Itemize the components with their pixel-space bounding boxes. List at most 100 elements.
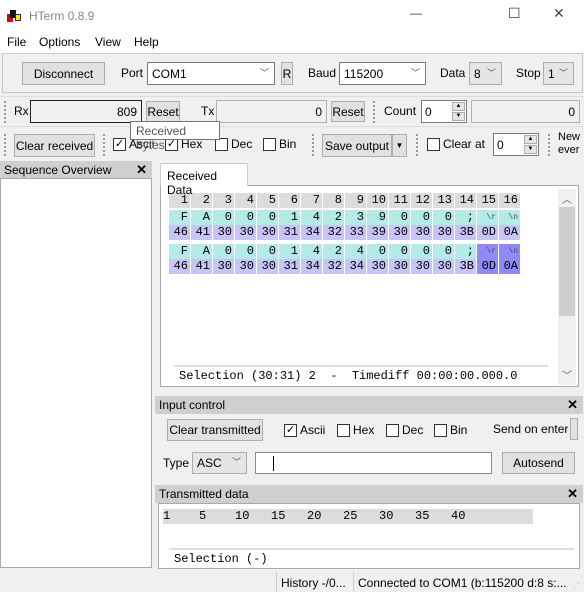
- hex-cell[interactable]: 46: [169, 225, 190, 240]
- ascii-cell[interactable]: ;: [455, 244, 476, 259]
- tab-received-data[interactable]: Received Data: [160, 163, 248, 197]
- ascii-cell[interactable]: 9: [367, 210, 388, 225]
- send-on-enter-select[interactable]: [570, 418, 578, 440]
- toolbar-grip[interactable]: [373, 101, 376, 123]
- ascii-cell[interactable]: A: [191, 210, 212, 225]
- data-bits-select[interactable]: 8 ﹀: [469, 62, 502, 85]
- clear-transmitted-button[interactable]: Clear transmitted: [167, 419, 263, 441]
- hex-cell[interactable]: 30: [235, 225, 256, 240]
- column-header[interactable]: 4: [235, 193, 256, 208]
- ascii-cell[interactable]: 0: [257, 210, 278, 225]
- column-header[interactable]: 16: [499, 193, 520, 208]
- ascii-cell[interactable]: 0: [389, 244, 410, 259]
- close-button[interactable]: ✕: [553, 5, 565, 22]
- ascii-cell[interactable]: 0: [411, 244, 432, 259]
- toolbar-grip[interactable]: [4, 134, 7, 156]
- ascii-cell[interactable]: \r: [477, 210, 498, 225]
- spin-down-icon[interactable]: ▼: [452, 112, 465, 121]
- minimize-button[interactable]: —: [410, 6, 422, 20]
- ascii-cell[interactable]: \n: [499, 244, 520, 259]
- ascii-cell[interactable]: 3: [345, 210, 366, 225]
- hex-cell[interactable]: 30: [389, 259, 410, 274]
- column-header[interactable]: 12: [411, 193, 432, 208]
- disconnect-button[interactable]: Disconnect: [22, 62, 105, 85]
- hex-cell[interactable]: 31: [279, 225, 300, 240]
- input-bin-checkbox[interactable]: Bin: [434, 423, 467, 437]
- ascii-cell[interactable]: 2: [323, 210, 344, 225]
- ascii-cell[interactable]: A: [191, 244, 212, 259]
- ascii-cell[interactable]: ;: [455, 210, 476, 225]
- hex-cell[interactable]: 3B: [455, 259, 476, 274]
- clear-at-spinner[interactable]: 0 ▲ ▼: [493, 133, 539, 156]
- ascii-cell[interactable]: 0: [367, 244, 388, 259]
- column-header[interactable]: 11: [389, 193, 410, 208]
- hex-cell[interactable]: 30: [257, 225, 278, 240]
- column-header[interactable]: 8: [323, 193, 344, 208]
- hex-cell[interactable]: 30: [367, 259, 388, 274]
- hex-cell[interactable]: 34: [301, 225, 322, 240]
- column-header[interactable]: 2: [191, 193, 212, 208]
- column-header[interactable]: 15: [477, 193, 498, 208]
- ascii-cell[interactable]: 4: [345, 244, 366, 259]
- save-output-dropdown-icon[interactable]: ▼: [392, 134, 407, 157]
- scrollbar-thumb[interactable]: [559, 207, 575, 316]
- ascii-cell[interactable]: 0: [235, 244, 256, 259]
- hex-cell[interactable]: 39: [367, 225, 388, 240]
- column-header[interactable]: 14: [455, 193, 476, 208]
- hex-cell[interactable]: 31: [279, 259, 300, 274]
- hex-cell[interactable]: 30: [235, 259, 256, 274]
- ascii-cell[interactable]: \r: [477, 244, 498, 259]
- clear-at-checkbox[interactable]: Clear at: [427, 137, 485, 151]
- baud-select[interactable]: 115200 ﹀: [339, 62, 426, 85]
- column-header[interactable]: 13: [433, 193, 454, 208]
- close-icon[interactable]: ✕: [136, 162, 147, 178]
- hex-cell[interactable]: 0D: [477, 225, 498, 240]
- hex-cell[interactable]: 32: [323, 225, 344, 240]
- bin-checkbox[interactable]: Bin: [263, 137, 296, 151]
- column-header[interactable]: 7: [301, 193, 322, 208]
- scroll-up-icon[interactable]: ︿: [562, 191, 572, 206]
- ascii-cell[interactable]: 4: [301, 244, 322, 259]
- menu-view[interactable]: View: [95, 35, 121, 49]
- hex-cell[interactable]: 34: [301, 259, 322, 274]
- close-icon[interactable]: ✕: [567, 486, 578, 502]
- received-scrollbar[interactable]: ︿ ﹀: [558, 189, 576, 385]
- save-output-button[interactable]: Save output: [322, 134, 392, 157]
- hex-cell[interactable]: 30: [257, 259, 278, 274]
- ascii-cell[interactable]: 0: [389, 210, 410, 225]
- hex-cell[interactable]: 30: [213, 225, 234, 240]
- ascii-cell[interactable]: 0: [433, 244, 454, 259]
- ascii-cell[interactable]: 0: [235, 210, 256, 225]
- type-select[interactable]: ASC ﹀: [192, 452, 247, 474]
- ascii-cell[interactable]: 0: [213, 244, 234, 259]
- input-hex-checkbox[interactable]: Hex: [337, 423, 374, 437]
- count-spinner[interactable]: 0 ▲ ▼: [421, 100, 467, 123]
- spin-down-icon[interactable]: ▼: [524, 145, 537, 154]
- spin-up-icon[interactable]: ▲: [452, 102, 465, 111]
- hex-cell[interactable]: 30: [433, 225, 454, 240]
- tx-reset-button[interactable]: Reset: [331, 101, 365, 122]
- column-header[interactable]: 3: [213, 193, 234, 208]
- toolbar-grip[interactable]: [4, 101, 7, 123]
- hex-cell[interactable]: 46: [169, 259, 190, 274]
- ascii-cell[interactable]: 0: [433, 210, 454, 225]
- column-header[interactable]: 5: [257, 193, 278, 208]
- clear-received-button[interactable]: Clear received: [14, 134, 95, 157]
- hex-cell[interactable]: 0A: [499, 259, 520, 274]
- close-icon[interactable]: ✕: [567, 397, 578, 413]
- menu-options[interactable]: Options: [39, 35, 80, 49]
- port-select[interactable]: COM1 ﹀: [147, 62, 275, 85]
- column-header[interactable]: 9: [345, 193, 366, 208]
- scroll-down-icon[interactable]: ﹀: [562, 367, 572, 382]
- input-ascii-checkbox[interactable]: ✓ Ascii: [284, 423, 325, 437]
- hex-cell[interactable]: 30: [389, 225, 410, 240]
- menu-help[interactable]: Help: [134, 35, 159, 49]
- hex-cell[interactable]: 41: [191, 259, 212, 274]
- ascii-cell[interactable]: 0: [257, 244, 278, 259]
- dec-checkbox[interactable]: Dec: [215, 137, 252, 151]
- ascii-cell[interactable]: 0: [213, 210, 234, 225]
- send-input[interactable]: [255, 452, 492, 474]
- input-dec-checkbox[interactable]: Dec: [386, 423, 423, 437]
- hex-cell[interactable]: 3B: [455, 225, 476, 240]
- toolbar-grip[interactable]: [416, 134, 419, 156]
